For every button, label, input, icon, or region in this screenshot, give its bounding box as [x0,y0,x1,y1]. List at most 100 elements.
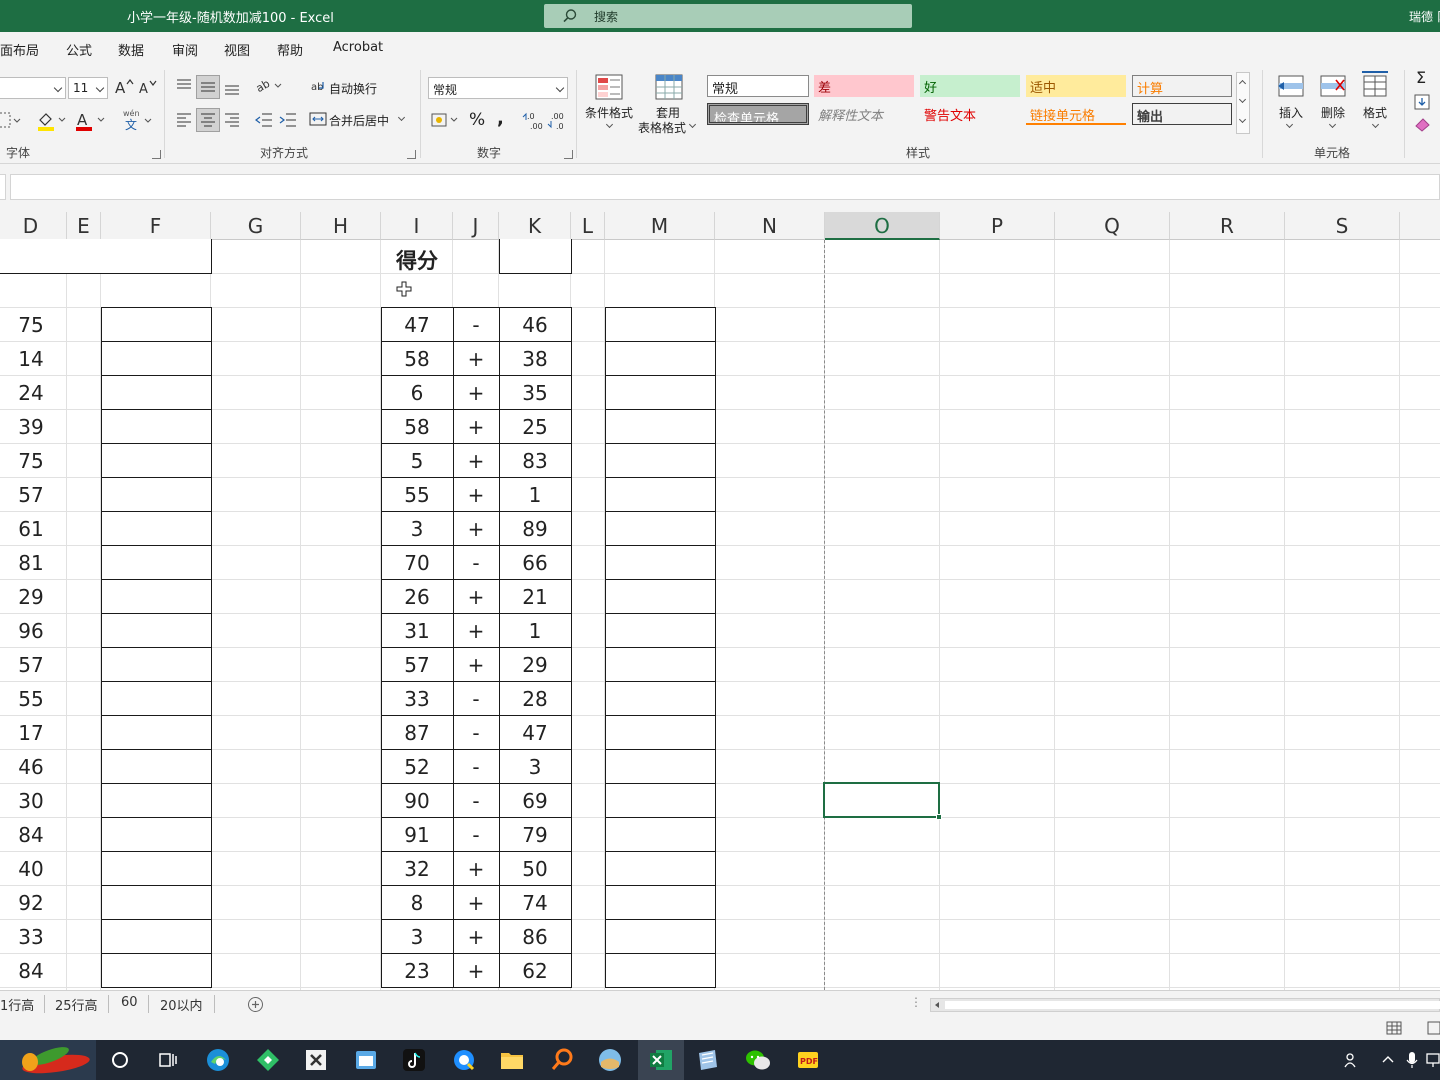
sheet-tab[interactable]: 1行高 [0,995,34,1014]
bordered-cell[interactable] [605,443,716,478]
operand-a-cell[interactable]: 33 [381,687,453,711]
conditional-format-button[interactable]: 条件格式 [585,104,633,121]
tab-data[interactable]: 数据 [118,40,144,59]
operand-b-cell[interactable]: 86 [499,925,571,949]
align-bottom-icon[interactable] [222,76,242,98]
increase-indent-icon[interactable] [278,110,298,130]
bordered-cell[interactable] [605,545,716,580]
operand-b-cell[interactable]: 1 [499,483,571,507]
operand-b-cell[interactable]: 69 [499,789,571,813]
border-icon[interactable] [0,111,22,129]
operator-cell[interactable]: - [453,721,499,745]
bordered-cell[interactable] [605,885,716,920]
merge-center-dropdown[interactable] [397,113,406,122]
d-value-cell[interactable]: 29 [0,585,67,609]
operand-a-cell[interactable]: 58 [381,415,453,439]
operand-a-cell[interactable]: 6 [381,381,453,405]
d-value-cell[interactable]: 17 [0,721,67,745]
bordered-cell[interactable] [101,579,212,614]
bordered-cell[interactable] [101,885,212,920]
tab-review[interactable]: 审阅 [172,40,198,59]
bordered-cell[interactable] [605,409,716,444]
tab-help[interactable]: 帮助 [277,40,303,59]
fill-color-icon[interactable] [36,110,68,132]
bordered-cell[interactable] [605,749,716,784]
clear-icon[interactable] [1414,116,1432,132]
column-header[interactable]: R [1170,212,1285,240]
bordered-cell[interactable] [101,681,212,716]
tab-view[interactable]: 视图 [224,40,250,59]
sheet-tab[interactable]: 20以内 [160,995,203,1014]
operand-b-cell[interactable]: 62 [499,959,571,983]
app-book-icon[interactable] [692,1046,724,1074]
align-right-icon[interactable] [222,110,242,130]
d-value-cell[interactable]: 33 [0,925,67,949]
operand-a-cell[interactable]: 57 [381,653,453,677]
style-good[interactable]: 好 [920,75,1020,97]
bordered-cell[interactable] [605,477,716,512]
style-output[interactable]: 输出 [1132,103,1232,125]
active-cell-selection[interactable] [823,782,940,818]
align-top-icon[interactable] [174,76,194,96]
operand-b-cell[interactable]: 38 [499,347,571,371]
bordered-cell[interactable] [101,919,212,954]
edge-browser-icon[interactable] [202,1046,234,1074]
d-value-cell[interactable]: 24 [0,381,67,405]
accounting-format-icon[interactable] [430,110,462,130]
font-color-icon[interactable]: A [74,110,108,132]
bordered-cell[interactable] [605,851,716,886]
bordered-cell[interactable] [605,511,716,546]
tab-acrobat[interactable]: Acrobat [333,40,383,55]
column-header[interactable]: E [67,212,101,240]
merged-title-cell[interactable] [0,239,212,274]
column-header[interactable]: N [715,212,825,240]
number-dialog-launcher[interactable] [564,150,573,159]
bordered-cell[interactable] [101,375,212,410]
bordered-cell[interactable] [101,783,212,818]
worksheet-grid[interactable]: D E F G H I J K L M N O P Q R S 得分 75 47-46 14 58 +38 24 6 +35 39… [0,212,1440,990]
align-center-button[interactable] [196,108,220,132]
d-value-cell[interactable]: 75 [0,449,67,473]
people-icon[interactable] [1336,1046,1368,1074]
operand-a-cell[interactable]: 8 [381,891,453,915]
decrease-font-icon[interactable]: A [138,78,158,96]
pdf-app-icon[interactable]: PDF [792,1046,824,1074]
d-value-cell[interactable]: 30 [0,789,67,813]
sheet-tab[interactable]: 60 [121,995,138,1010]
column-header[interactable]: I [381,212,453,240]
column-header[interactable]: G [211,212,301,240]
bordered-cell[interactable] [605,613,716,648]
bordered-cell[interactable] [605,579,716,614]
operator-cell[interactable]: + [453,653,499,677]
operand-a-cell[interactable]: 90 [381,789,453,813]
operand-b-cell[interactable]: 74 [499,891,571,915]
search-box[interactable]: 搜索 [544,4,912,28]
bordered-cell[interactable] [101,613,212,648]
bordered-cell[interactable] [101,953,212,988]
operand-b-cell[interactable]: 35 [499,381,571,405]
search-app-icon[interactable] [546,1046,578,1074]
d-value-cell[interactable]: 57 [0,483,67,507]
tab-formulas[interactable]: 公式 [66,40,92,59]
orientation-icon[interactable]: ab [254,76,286,96]
autosum-icon[interactable]: Σ [1416,68,1426,87]
operand-b-cell[interactable]: 25 [499,415,571,439]
style-neutral[interactable]: 适中 [1026,75,1126,97]
app-green-diamond-icon[interactable] [252,1046,284,1074]
increase-font-icon[interactable]: A [114,78,134,96]
format-cells-button[interactable]: 格式 [1363,104,1387,121]
bordered-cell[interactable] [605,817,716,852]
d-value-cell[interactable]: 84 [0,823,67,847]
operand-b-cell[interactable]: 21 [499,585,571,609]
style-warning[interactable]: 警告文本 [920,103,1020,125]
decrease-decimal-icon[interactable]: .00 .0 [546,109,568,131]
d-value-cell[interactable]: 46 [0,755,67,779]
network-icon[interactable] [1418,1046,1440,1074]
style-normal[interactable]: 常规 [707,75,809,97]
operand-b-cell[interactable]: 46 [499,313,571,337]
d-value-cell[interactable]: 39 [0,415,67,439]
operand-a-cell[interactable]: 26 [381,585,453,609]
scroll-left-icon[interactable] [932,1000,942,1010]
style-check-cell[interactable]: 检查单元格 [707,103,809,125]
operator-cell[interactable]: + [453,449,499,473]
